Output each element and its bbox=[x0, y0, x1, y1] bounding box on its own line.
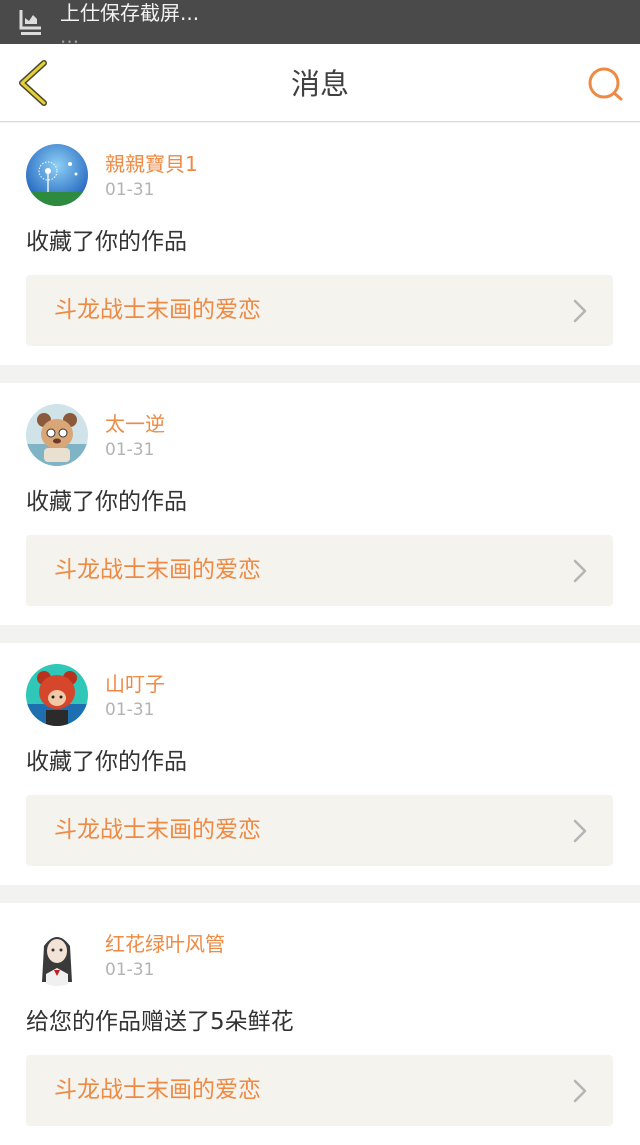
message-card: 红花绿叶风管 01-31 给您的作品赠送了5朵鲜花 斗龙战士末画的爱恋 bbox=[0, 903, 640, 1145]
status-bar: 上仕保存截屏... ··· bbox=[0, 0, 640, 44]
message-card: 親親寶貝1 01-31 收藏了你的作品 斗龙战士末画的爱恋 bbox=[0, 123, 640, 365]
page-title: 消息 bbox=[290, 67, 349, 101]
notification-subtext: ··· bbox=[60, 30, 80, 44]
username[interactable]: 親親寶貝1 bbox=[105, 151, 198, 177]
message-text: 收藏了你的作品 bbox=[26, 229, 187, 255]
message-date: 01-31 bbox=[105, 180, 155, 200]
search-icon[interactable] bbox=[584, 64, 628, 104]
username[interactable]: 太一逆 bbox=[105, 411, 165, 437]
username[interactable]: 红花绿叶风管 bbox=[105, 931, 225, 957]
chevron-right-icon bbox=[573, 1079, 587, 1103]
dandelion-avatar[interactable] bbox=[26, 144, 88, 206]
navigation-bar: 消息 bbox=[0, 44, 640, 122]
message-date: 01-31 bbox=[105, 700, 155, 720]
chevron-right-icon bbox=[573, 559, 587, 583]
message-date: 01-31 bbox=[105, 960, 155, 980]
message-text: 收藏了你的作品 bbox=[26, 749, 187, 775]
card-divider bbox=[0, 885, 640, 903]
username[interactable]: 山叮子 bbox=[105, 671, 165, 697]
message-text: 收藏了你的作品 bbox=[26, 489, 187, 515]
chevron-right-icon bbox=[573, 819, 587, 843]
card-divider bbox=[0, 365, 640, 383]
work-link[interactable]: 斗龙战士末画的爱恋 bbox=[26, 535, 613, 606]
anime-girl-avatar[interactable] bbox=[26, 924, 88, 986]
work-title: 斗龙战士末画的爱恋 bbox=[54, 1077, 261, 1103]
message-date: 01-31 bbox=[105, 440, 155, 460]
card-divider bbox=[0, 625, 640, 643]
work-title: 斗龙战士末画的爱恋 bbox=[54, 557, 261, 583]
cartoon-bear-avatar[interactable] bbox=[26, 404, 88, 466]
work-title: 斗龙战士末画的爱恋 bbox=[54, 817, 261, 843]
red-bear-costume-avatar[interactable] bbox=[26, 664, 88, 726]
work-link[interactable]: 斗龙战士末画的爱恋 bbox=[26, 795, 613, 866]
work-title: 斗龙战士末画的爱恋 bbox=[54, 297, 261, 323]
message-text: 给您的作品赠送了5朵鲜花 bbox=[26, 1009, 294, 1035]
work-link[interactable]: 斗龙战士末画的爱恋 bbox=[26, 275, 613, 346]
message-card: 太一逆 01-31 收藏了你的作品 斗龙战士末画的爱恋 bbox=[0, 383, 640, 625]
work-link[interactable]: 斗龙战士末画的爱恋 bbox=[26, 1055, 613, 1126]
screenshot-notification-icon bbox=[19, 10, 41, 35]
notification-text: 上仕保存截屏... bbox=[60, 1, 200, 25]
chevron-right-icon bbox=[573, 299, 587, 323]
message-card: 山叮子 01-31 收藏了你的作品 斗龙战士末画的爱恋 bbox=[0, 643, 640, 885]
message-list: 親親寶貝1 01-31 收藏了你的作品 斗龙战士末画的爱恋 太一逆 01-31 … bbox=[0, 123, 640, 1145]
